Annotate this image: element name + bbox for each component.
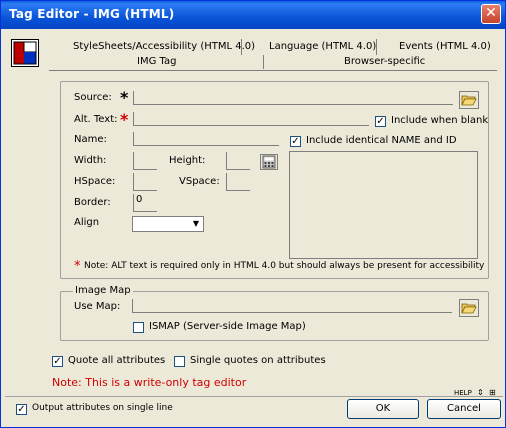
include-name-id-checkbox[interactable]: ✓ (290, 136, 301, 147)
output-single-line-checkbox[interactable]: ✓ (16, 404, 27, 415)
bottom-divider (5, 396, 503, 397)
width-input[interactable] (133, 152, 157, 170)
vspace-input[interactable] (226, 173, 250, 191)
browse-source-button[interactable] (459, 91, 479, 109)
align-select[interactable]: ▼ (132, 216, 204, 232)
close-icon: ✕ (485, 5, 497, 21)
align-label: Align (74, 217, 100, 228)
source-label: Source: (74, 92, 112, 103)
use-map-label: Use Map: (74, 301, 121, 312)
write-only-note: Note: This is a write-only tag editor (52, 376, 247, 389)
note-star: * (74, 259, 81, 274)
window-title: Tag Editor - IMG (HTML) (9, 7, 175, 21)
cancel-button[interactable]: Cancel (427, 399, 501, 419)
vspace-label: VSpace: (179, 176, 220, 187)
close-button[interactable]: ✕ (481, 4, 501, 24)
use-map-input[interactable] (132, 299, 452, 313)
calculator-icon (262, 155, 276, 169)
single-quotes-checkbox[interactable] (174, 356, 185, 367)
browse-map-button[interactable] (459, 299, 479, 317)
alt-text-input[interactable] (133, 112, 369, 126)
tab-browser-specific[interactable]: Browser-specific (344, 56, 425, 67)
title-bar[interactable]: Tag Editor - IMG (HTML) ✕ (1, 1, 505, 29)
tab-baseline (49, 70, 497, 71)
tab-img-tag[interactable]: IMG Tag (137, 56, 176, 67)
border-input[interactable]: 0 (133, 194, 157, 212)
help-arrows-icon[interactable]: ⇕ (477, 388, 484, 397)
height-label: Height: (169, 155, 206, 166)
width-label: Width: (74, 155, 107, 166)
tab-divider (263, 55, 264, 69)
output-single-line-label: Output attributes on single line (32, 403, 173, 413)
quote-all-label: Quote all attributes (68, 355, 166, 366)
required-star-source: * (120, 88, 129, 107)
hspace-label: HSpace: (74, 176, 116, 187)
tab-divider (241, 39, 242, 55)
name-label: Name: (74, 134, 107, 145)
include-name-id-label: Include identical NAME and ID (306, 135, 457, 146)
image-size-button[interactable] (260, 154, 278, 170)
border-label: Border: (74, 197, 111, 208)
alt-text-note: Note: ALT text is required only in HTML … (84, 261, 485, 271)
include-when-blank-checkbox[interactable]: ✓ (375, 116, 386, 127)
ismap-label: ISMAP (Server-side Image Map) (149, 321, 306, 332)
include-when-blank-label: Include when blank (391, 115, 489, 126)
alt-text-label: Alt. Text: (74, 114, 118, 125)
ok-button[interactable]: OK (347, 399, 419, 419)
grid-icon[interactable]: ⊞ (489, 388, 496, 397)
tag-editor-window: Tag Editor - IMG (HTML) ✕ StyleSheets/Ac… (0, 0, 506, 428)
tab-divider (376, 39, 377, 55)
tab-events[interactable]: Events (HTML 4.0) (399, 41, 491, 52)
image-map-group-label: Image Map (73, 285, 133, 296)
tag-editor-icon (11, 39, 39, 67)
folder-open-icon (461, 303, 477, 314)
hspace-input[interactable] (133, 173, 157, 191)
chevron-down-icon[interactable]: ▼ (189, 217, 203, 231)
source-input[interactable] (133, 91, 453, 105)
tab-stylesheets[interactable]: StyleSheets/Accessibility (HTML 4.0) (73, 41, 255, 52)
folder-open-icon (461, 95, 477, 106)
tab-language[interactable]: Language (HTML 4.0) (269, 41, 376, 52)
quote-all-checkbox[interactable]: ✓ (52, 356, 63, 367)
name-input[interactable] (133, 132, 279, 146)
ismap-checkbox[interactable] (133, 322, 144, 333)
help-link[interactable]: HELP (454, 389, 472, 397)
single-quotes-label: Single quotes on attributes (190, 355, 326, 366)
border-value: 0 (136, 194, 143, 205)
name-id-list-area (289, 151, 478, 259)
required-star-alt: * (120, 110, 129, 129)
height-input[interactable] (226, 152, 250, 170)
